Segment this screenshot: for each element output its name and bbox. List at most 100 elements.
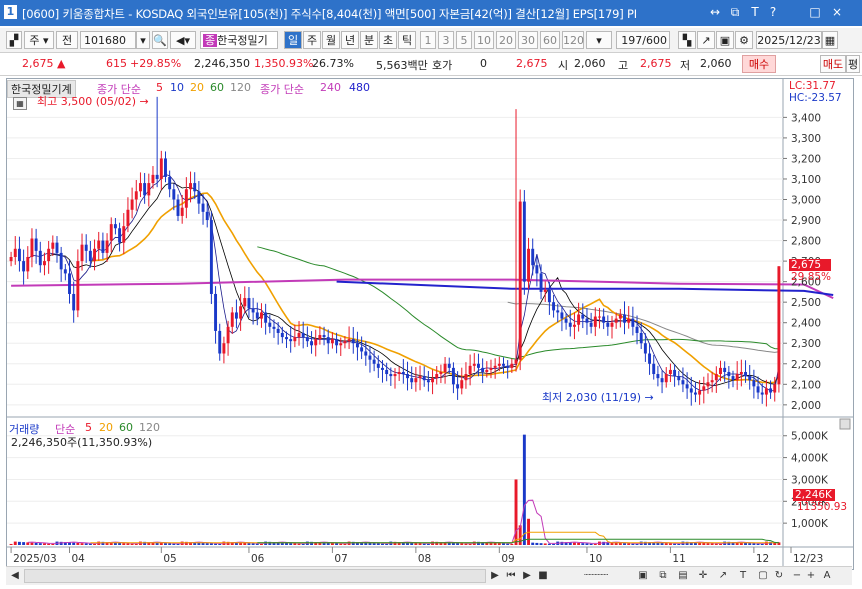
zoom-slider[interactable]: ┈┈┈┈ (566, 569, 626, 583)
chart-type-icon[interactable]: ▞ (6, 31, 22, 49)
chart-scrollbar[interactable]: ◀ ▶ ⏮ ▶ ■ ┈┈┈┈ ▣ ⧉ ▤ ✛ ↗ T ▢ ↻ − + A (6, 566, 852, 585)
search-icon[interactable]: 🔍 (152, 31, 168, 49)
hoga-label: 호가 (432, 59, 453, 72)
candle-body (335, 339, 339, 346)
volume-bar (164, 543, 167, 545)
maximize-icon[interactable]: □ (808, 5, 822, 19)
price-candle (138, 172, 142, 198)
trend-icon[interactable]: ↗ (716, 569, 730, 583)
stock-code-input[interactable]: 101680 (80, 31, 136, 49)
zoom-in-icon[interactable]: + (804, 569, 818, 583)
text-icon[interactable]: T (736, 569, 750, 583)
tab-tick[interactable]: 틱 (398, 31, 416, 49)
candle-body (739, 371, 743, 375)
layout-icon[interactable]: ▣ (636, 569, 650, 583)
copy-icon[interactable]: ⧉ (656, 569, 670, 583)
candle-body (593, 316, 597, 327)
tab-month[interactable]: 월 (322, 31, 340, 49)
interval-30[interactable]: 30 (518, 31, 538, 49)
tab-year[interactable]: 년 (341, 31, 359, 49)
volume-bar (593, 543, 597, 545)
volume-bar (468, 543, 472, 545)
price-candle (656, 365, 660, 387)
tab-week[interactable]: 주 (303, 31, 321, 49)
sell-button[interactable]: 매도 (820, 55, 846, 73)
price-candle (668, 363, 672, 383)
play-icon[interactable]: ▶ (520, 569, 534, 583)
trade-amount: 5,563백만 (376, 59, 428, 72)
print-icon[interactable]: ▤ (676, 569, 690, 583)
volume-bar (122, 543, 126, 545)
candle-body (322, 335, 326, 338)
scroll-right-icon[interactable]: ▶ (488, 569, 502, 583)
scroll-left-icon[interactable]: ◀ (8, 569, 22, 583)
capture-icon[interactable]: ▢ (756, 569, 770, 583)
volume-bar (130, 543, 134, 545)
candle-body (418, 376, 422, 379)
interval-3[interactable]: 3 (438, 31, 454, 49)
indicator-icon[interactable]: ▚ (678, 31, 696, 49)
font-size-icon[interactable]: A (820, 569, 834, 583)
settings-icon[interactable]: ⚙ (735, 31, 753, 49)
tab-day[interactable]: 일 (284, 31, 302, 49)
stop-icon[interactable]: ■ (536, 569, 550, 583)
link-icon[interactable]: ↔ (708, 5, 722, 19)
price-tick-label: 3,000 (791, 195, 821, 207)
font-icon[interactable]: T (748, 5, 762, 19)
zoom-out-icon[interactable]: − (790, 569, 804, 583)
draw-icon[interactable]: ↗ (697, 31, 715, 49)
interval-20[interactable]: 20 (496, 31, 516, 49)
candle-body (113, 224, 117, 229)
volume-bar (72, 542, 76, 545)
interval-5[interactable]: 5 (456, 31, 472, 49)
interval-120[interactable]: 120 (562, 31, 584, 49)
restore-icon[interactable]: ⧉ (728, 5, 742, 19)
save-icon[interactable]: ▣ (716, 31, 734, 49)
hc-value: HC:-23.57 (789, 92, 842, 104)
interval-10[interactable]: 10 (474, 31, 494, 49)
grid-toggle-icon[interactable]: ▦ (13, 97, 27, 110)
price-candle (55, 236, 59, 263)
close-icon[interactable]: × (830, 5, 844, 19)
price-candle (777, 266, 781, 393)
eval-button[interactable]: 평 (846, 55, 860, 73)
candle-body (401, 371, 405, 375)
count-input[interactable]: 197/600 (616, 31, 670, 49)
tab-second[interactable]: 초 (379, 31, 397, 49)
interval-60[interactable]: 60 (540, 31, 560, 49)
volume-bar (531, 542, 535, 545)
candle-body (176, 199, 180, 216)
buy-button[interactable]: 매수 (742, 55, 776, 73)
open-price: 2,060 (574, 57, 606, 70)
rewind-icon[interactable]: ⏮ (504, 569, 518, 583)
price-candle (59, 246, 63, 282)
interval-dropdown[interactable]: ▾ (586, 31, 612, 49)
speaker-icon[interactable]: ◀▾ (170, 31, 196, 49)
candle-body (372, 359, 376, 364)
price-candle (727, 366, 731, 389)
candle-body (226, 326, 230, 344)
price-candle (572, 312, 576, 340)
help-icon[interactable]: ? (766, 5, 780, 19)
tab-minute[interactable]: 분 (360, 31, 378, 49)
stock-name-field[interactable]: 종 한국정밀기 (200, 31, 278, 49)
high-price: 2,675 (640, 57, 672, 70)
code-dropdown-icon[interactable]: ▾ (136, 31, 150, 49)
mode-ju-button[interactable]: 주 ▾ (24, 31, 54, 49)
reset-icon[interactable]: ↻ (772, 569, 786, 583)
crosshair-icon[interactable]: ✛ (696, 569, 710, 583)
candle-body (301, 332, 305, 338)
interval-1[interactable]: 1 (420, 31, 436, 49)
price-candle (38, 241, 42, 273)
price-candle (606, 315, 610, 336)
candle-body (214, 293, 218, 331)
volume-bar (502, 543, 505, 545)
mode-jeon-button[interactable]: 전 (56, 31, 78, 49)
candle-body (218, 330, 222, 354)
calendar-icon[interactable]: ▦ (822, 31, 838, 49)
candle-body (564, 318, 568, 323)
date-input[interactable]: 2025/12/23 (756, 31, 822, 49)
candle-body (719, 367, 722, 375)
price-candle (702, 376, 706, 404)
scroll-track[interactable] (24, 569, 486, 583)
